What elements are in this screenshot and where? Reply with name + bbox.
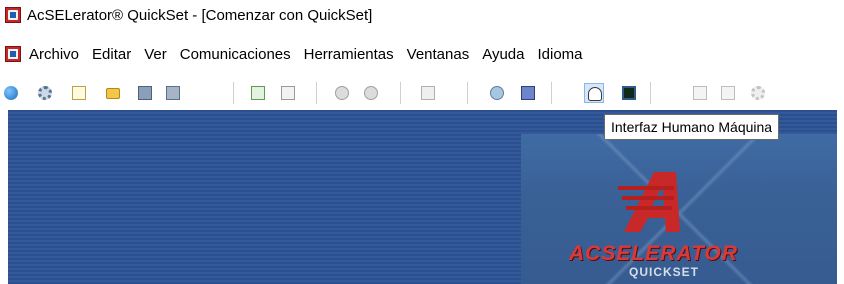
toolbar-button-globe[interactable] xyxy=(1,83,21,103)
toolbar-separator xyxy=(316,82,317,104)
toolbar-button-abc[interactable] xyxy=(418,83,438,103)
acselerator-logo-panel: ACSELERATOR QUICKSET xyxy=(521,134,837,284)
toolbar xyxy=(0,78,844,108)
toolbar-button-connect[interactable] xyxy=(487,83,507,103)
download-icon xyxy=(335,86,349,100)
toolbar-button-terminal[interactable] xyxy=(619,83,639,103)
toolbar-button-save-all[interactable] xyxy=(163,83,183,103)
toolbar-button-save[interactable] xyxy=(135,83,155,103)
toolbar-button-settings[interactable] xyxy=(35,83,55,103)
menu-editar[interactable]: Editar xyxy=(92,46,131,63)
toolbar-button-hmi[interactable] xyxy=(584,83,604,103)
options-cog-icon xyxy=(751,86,765,100)
toolbar-separator xyxy=(650,82,651,104)
toolbar-button-list[interactable] xyxy=(718,83,738,103)
save-disk-icon xyxy=(138,86,152,100)
toolbar-button-export[interactable] xyxy=(278,83,298,103)
toolbar-separator xyxy=(400,82,401,104)
menu-bar: Archivo Editar Ver Comunicaciones Herram… xyxy=(0,36,844,72)
toolbar-button-download[interactable] xyxy=(332,83,352,103)
acselerator-a-logo-icon xyxy=(618,172,680,232)
toolbar-button-new[interactable] xyxy=(69,83,89,103)
toolbar-button-edit[interactable] xyxy=(690,83,710,103)
save-all-disks-icon xyxy=(166,86,180,100)
brand-wordmark: ACSELERATOR xyxy=(569,242,738,265)
brand-subtitle: QUICKSET xyxy=(629,265,700,279)
globe-icon xyxy=(4,86,18,100)
connect-icon xyxy=(490,86,504,100)
book-icon xyxy=(521,86,535,100)
import-icon xyxy=(251,86,265,100)
menu-comunicaciones[interactable]: Comunicaciones xyxy=(180,46,291,63)
app-icon xyxy=(5,7,21,23)
document-window-icon[interactable] xyxy=(5,46,21,62)
toolbar-button-book[interactable] xyxy=(518,83,538,103)
toolbar-button-upload[interactable] xyxy=(361,83,381,103)
export-icon xyxy=(281,86,295,100)
menu-ayuda[interactable]: Ayuda xyxy=(482,46,524,63)
list-document-icon xyxy=(721,86,735,100)
edit-document-icon xyxy=(693,86,707,100)
toolbar-separator xyxy=(233,82,234,104)
menu-idioma[interactable]: Idioma xyxy=(537,46,582,63)
terminal-monitor-icon xyxy=(622,86,636,100)
new-document-icon xyxy=(72,86,86,100)
upload-icon xyxy=(364,86,378,100)
menu-archivo[interactable]: Archivo xyxy=(29,46,79,63)
title-bar: AcSELerator® QuickSet - [Comenzar con Qu… xyxy=(0,0,844,30)
open-folder-icon xyxy=(106,88,120,99)
gauge-icon xyxy=(588,87,602,101)
menu-ventanas[interactable]: Ventanas xyxy=(407,46,470,63)
toolbar-separator xyxy=(467,82,468,104)
toolbar-separator xyxy=(551,82,552,104)
toolbar-button-options[interactable] xyxy=(748,83,768,103)
toolbar-button-import[interactable] xyxy=(248,83,268,103)
toolbar-tooltip: Interfaz Humano Máquina xyxy=(604,114,780,140)
settings-gear-icon xyxy=(38,86,52,100)
toolbar-button-open[interactable] xyxy=(103,83,123,103)
menu-ver[interactable]: Ver xyxy=(144,46,167,63)
abc-icon xyxy=(421,86,435,100)
window-title: AcSELerator® QuickSet - [Comenzar con Qu… xyxy=(27,6,373,24)
menu-herramientas[interactable]: Herramientas xyxy=(304,46,394,63)
